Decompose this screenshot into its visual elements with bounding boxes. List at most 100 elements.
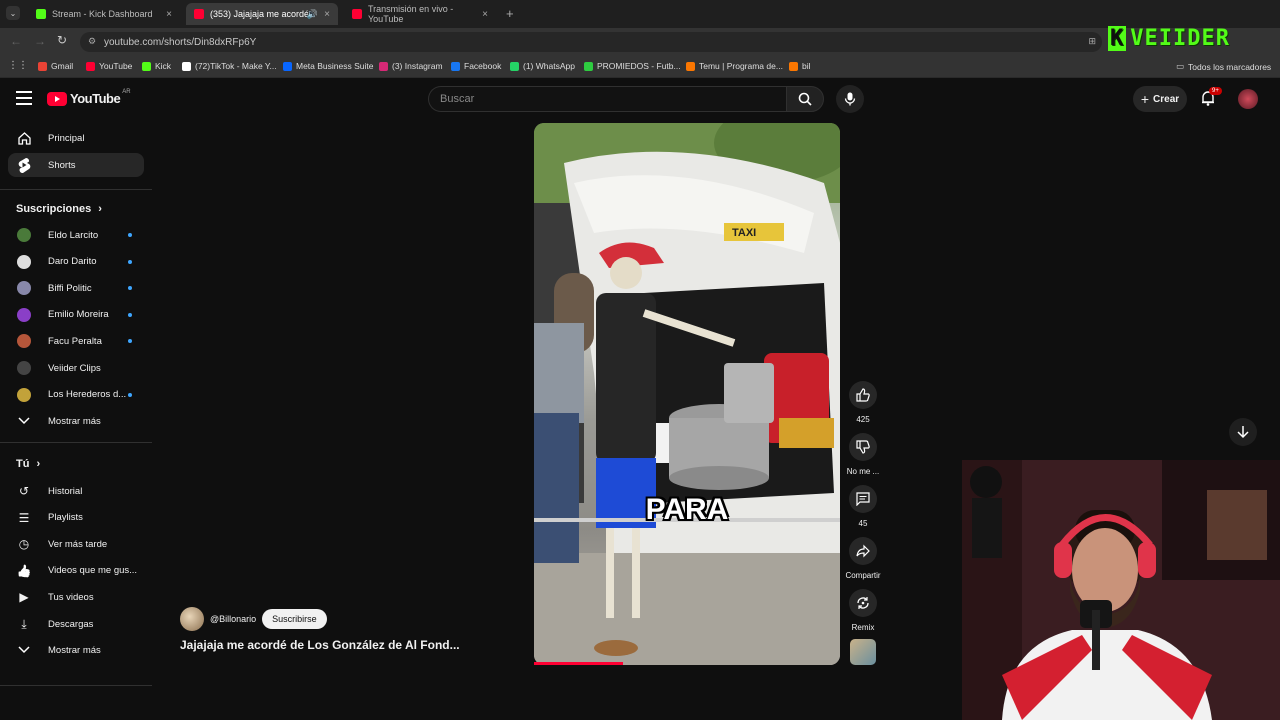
sidebar-item-you[interactable]: ↺ Historial <box>8 479 144 503</box>
bookmark-favicon-icon <box>182 61 191 71</box>
tab-close-icon[interactable]: × <box>166 9 172 20</box>
notifications-button[interactable]: 9+ <box>1200 87 1222 108</box>
tab-youtube-short[interactable]: (353) Jajajaja me acordé de 🔊 × <box>186 3 338 25</box>
tab-title: (353) Jajajaja me acordé de <box>210 9 308 19</box>
all-bookmarks-folder[interactable]: ▭ Todos los marcadores <box>1176 61 1271 72</box>
tab-search-icon[interactable]: ⌄ <box>6 6 20 20</box>
sidebar-item-you[interactable]: ☰ Playlists <box>8 506 144 530</box>
sidebar-item-label: Videos que me gus... <box>48 565 138 577</box>
site-info-icon[interactable]: ⚙ <box>88 36 96 47</box>
bookmark-label: (3) Instagram <box>392 61 443 71</box>
share-button[interactable] <box>849 537 877 565</box>
kick-logo-icon: K <box>1108 26 1127 51</box>
bookmarks-bar: ⋮⋮ Gmail YouTube Kick (72)TikTok - Make Y..… <box>0 56 1280 78</box>
remix-button[interactable] <box>849 589 877 617</box>
dislike-button[interactable] <box>849 433 877 461</box>
new-tab-button[interactable]: + <box>506 6 514 21</box>
bookmark-favicon-icon <box>451 61 460 71</box>
apps-grid-icon[interactable]: ⋮⋮ <box>8 60 28 71</box>
account-avatar[interactable] <box>1238 89 1258 109</box>
share-label: Compartir <box>845 571 881 580</box>
subscriptions-heading[interactable]: Suscripciones › <box>16 203 102 215</box>
sidebar-item-you[interactable]: ◷ Ver más tarde <box>8 532 144 556</box>
tab-kick-dashboard[interactable]: Stream - Kick Dashboard × <box>28 3 180 25</box>
veiider-logo-overlay: K VEIIDER <box>1108 26 1230 51</box>
bookmark-item[interactable]: Facebook <box>451 61 501 71</box>
avatar-image <box>17 307 31 322</box>
bookmark-item[interactable]: (3) Instagram <box>379 61 443 71</box>
sidebar-item-label: Descargas <box>48 618 94 630</box>
audio-playing-icon[interactable]: 🔊 <box>307 9 318 20</box>
tab-title: Transmisión en vivo - YouTube <box>368 4 454 24</box>
short-video-player[interactable]: TAXI PARA <box>534 123 840 665</box>
webcam-illustration <box>962 460 1280 720</box>
show-more-you[interactable]: Mostrar más <box>8 638 144 662</box>
sidebar-item-label: Facu Peralta <box>48 335 102 347</box>
like-button[interactable] <box>849 381 877 409</box>
playlist-icon: ☰ <box>18 510 30 525</box>
avatar-image <box>17 361 31 375</box>
bookmark-item[interactable]: YouTube <box>86 61 132 71</box>
sidebar-item-label: Mostrar más <box>48 415 101 427</box>
install-app-icon[interactable]: ⊞ <box>1088 36 1096 47</box>
sidebar-item-subscription[interactable]: Facu Peralta <box>8 329 144 353</box>
menu-icon[interactable] <box>16 91 32 105</box>
youtube-favicon-icon <box>352 9 362 19</box>
channel-name[interactable]: @Billonario <box>210 614 256 624</box>
bookmark-label: YouTube <box>99 61 133 71</box>
sidebar-item-subscription[interactable]: Eldo Larcito <box>8 223 144 247</box>
you-heading[interactable]: Tú › <box>16 458 40 470</box>
comments-button[interactable] <box>849 485 877 513</box>
show-more-subscriptions[interactable]: Mostrar más <box>8 409 144 433</box>
bookmark-item[interactable]: (72)TikTok - Make Y... <box>182 61 277 71</box>
search-button[interactable] <box>786 86 824 112</box>
sidebar-item-you[interactable]: 👍 Videos que me gus... <box>8 559 144 583</box>
sound-thumbnail[interactable] <box>850 639 876 665</box>
logo-wordmark: YouTube <box>70 91 121 106</box>
bookmark-label: Kick <box>155 61 172 71</box>
you-title: Tú <box>16 458 30 470</box>
sidebar-item-subscription[interactable]: Veiider Clips <box>8 356 144 380</box>
sidebar-item-subscription[interactable]: Daro Darito <box>8 250 144 274</box>
url-text: youtube.com/shorts/Din8dxRFp6Y <box>104 36 257 48</box>
bookmark-item[interactable]: Kick <box>142 61 171 71</box>
tab-close-icon[interactable]: × <box>324 9 330 20</box>
country-code: AR <box>122 88 131 95</box>
create-button[interactable]: + Crear <box>1133 86 1187 112</box>
tab-youtube-live[interactable]: Transmisión en vivo - YouTube × <box>344 3 496 25</box>
microphone-icon <box>844 92 856 106</box>
bookmark-item[interactable]: Gmail <box>38 61 73 71</box>
short-title[interactable]: Jajajaja me acordé de Los González de Al… <box>180 638 460 652</box>
tab-close-icon[interactable]: × <box>482 9 488 20</box>
channel-avatar[interactable] <box>180 607 204 631</box>
avatar-image <box>17 334 31 349</box>
youtube-logo[interactable]: YouTube AR <box>47 88 131 106</box>
next-short-button[interactable] <box>1229 418 1257 446</box>
sidebar-item-subscription[interactable]: Biffi Politic <box>8 276 144 300</box>
sidebar-item-subscription[interactable]: Emilio Moreira <box>8 303 144 327</box>
short-channel-row: @Billonario Suscribirse <box>180 607 327 631</box>
new-content-dot <box>128 259 132 264</box>
new-content-dot <box>128 392 132 397</box>
subscribe-button[interactable]: Suscribirse <box>262 609 327 629</box>
search-input[interactable]: Buscar <box>428 86 786 112</box>
address-bar[interactable]: ⚙ youtube.com/shorts/Din8dxRFp6Y ⊞ <box>80 32 1102 52</box>
share-icon <box>856 544 870 558</box>
bookmark-item[interactable]: bil <box>789 61 811 71</box>
video-progress-bar[interactable] <box>534 662 623 665</box>
bookmark-item[interactable]: (1) WhatsApp <box>510 61 575 71</box>
sidebar-item-you[interactable]: ▶ Tus videos <box>8 585 144 609</box>
voice-search-button[interactable] <box>836 85 864 113</box>
sidebar-item-principal[interactable]: Principal <box>8 126 144 150</box>
forward-icon[interactable]: → <box>34 34 46 48</box>
back-icon[interactable]: ← <box>10 34 22 48</box>
bookmark-item[interactable]: Meta Business Suite <box>283 61 373 71</box>
reload-icon[interactable]: ↻ <box>57 33 67 47</box>
bookmark-item[interactable]: Temu | Programa de... <box>686 61 783 71</box>
sidebar-item-shorts[interactable]: Shorts <box>8 153 144 177</box>
sidebar-item-you[interactable]: ⤓ Descargas <box>8 612 144 636</box>
sidebar-item-label: Los Herederos d... <box>48 389 127 401</box>
bookmark-item[interactable]: PROMIEDOS - Futb... <box>584 61 681 71</box>
arrow-down-icon <box>1237 426 1249 439</box>
sidebar-item-subscription[interactable]: Los Herederos d... <box>8 383 144 407</box>
